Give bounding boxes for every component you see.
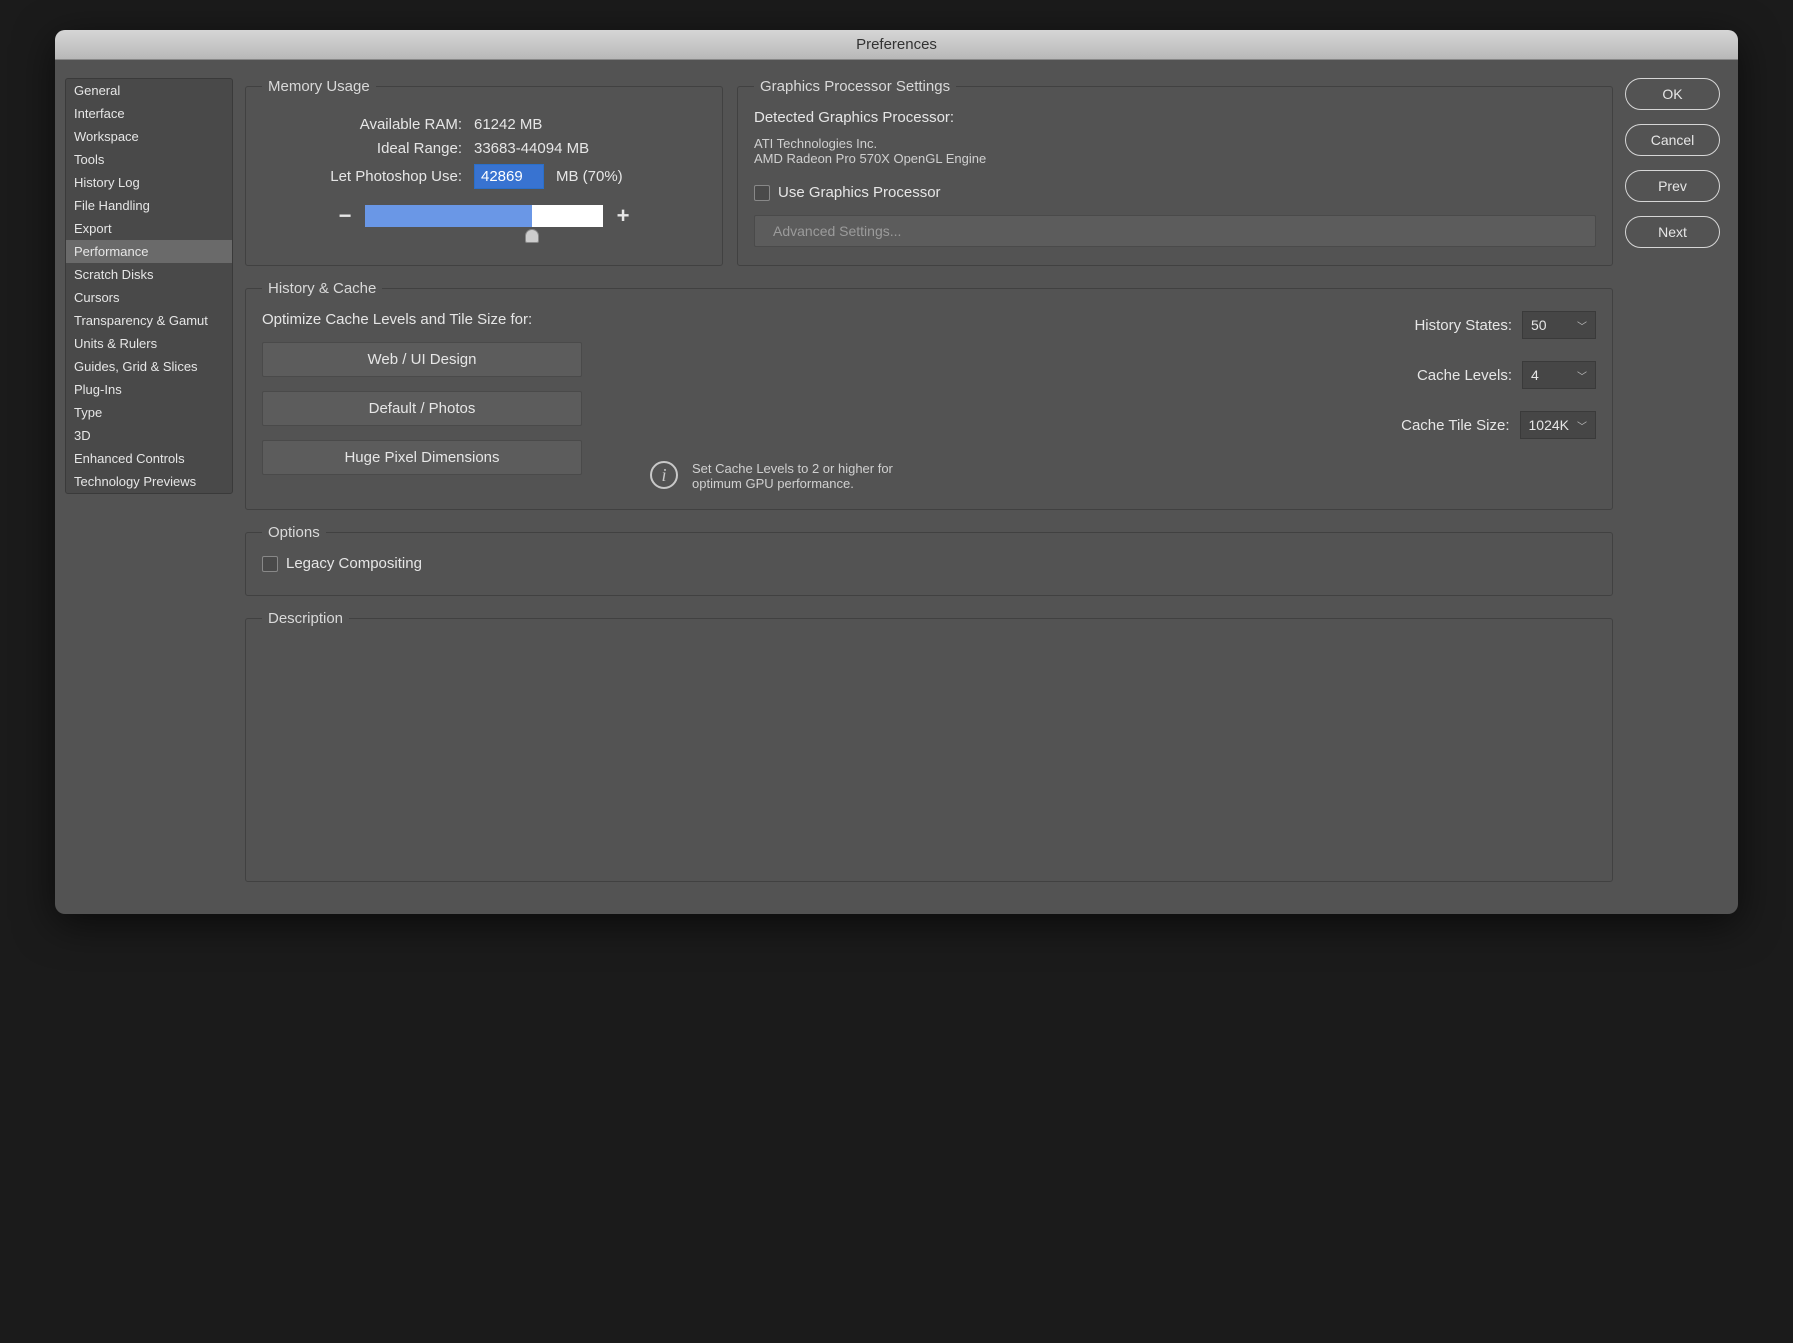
history-cache-group: History & Cache Optimize Cache Levels an… — [245, 280, 1613, 510]
ideal-range-label: Ideal Range: — [262, 140, 462, 157]
ideal-range-value: 33683-44094 MB — [474, 140, 589, 157]
sidebar-item-performance[interactable]: Performance — [66, 240, 232, 263]
let-photoshop-use-suffix: MB (70%) — [556, 168, 623, 185]
sidebar-item-scratch-disks[interactable]: Scratch Disks — [66, 263, 232, 286]
sidebar-item-units-rulers[interactable]: Units & Rulers — [66, 332, 232, 355]
gpu-legend: Graphics Processor Settings — [754, 78, 956, 95]
memory-usage-legend: Memory Usage — [262, 78, 376, 95]
sidebar-item-interface[interactable]: Interface — [66, 102, 232, 125]
memory-slider-thumb[interactable] — [525, 229, 539, 243]
cache-settings: History States: 50﹀ Cache Levels: 4﹀ — [602, 311, 1596, 491]
sidebar-item-cursors[interactable]: Cursors — [66, 286, 232, 309]
history-cache-legend: History & Cache — [262, 280, 382, 297]
next-button[interactable]: Next — [1625, 216, 1720, 248]
legacy-compositing-label: Legacy Compositing — [286, 555, 422, 572]
use-gpu-label: Use Graphics Processor — [778, 184, 941, 201]
sidebar-item-file-handling[interactable]: File Handling — [66, 194, 232, 217]
available-ram-label: Available RAM: — [262, 116, 462, 133]
cancel-button[interactable]: Cancel — [1625, 124, 1720, 156]
preferences-window: Preferences GeneralInterfaceWorkspaceToo… — [55, 30, 1738, 914]
chevron-down-icon: ﹀ — [1577, 418, 1587, 433]
use-gpu-check-box[interactable] — [754, 185, 770, 201]
info-icon: i — [650, 461, 678, 489]
sidebar-item-transparency-gamut[interactable]: Transparency & Gamut — [66, 309, 232, 332]
sidebar-item-enhanced-controls[interactable]: Enhanced Controls — [66, 447, 232, 470]
sidebar-item-general[interactable]: General — [66, 79, 232, 102]
cache-levels-select[interactable]: 4﹀ — [1522, 361, 1596, 389]
sidebar-item-tools[interactable]: Tools — [66, 148, 232, 171]
titlebar: Preferences — [55, 30, 1738, 60]
legacy-compositing-box[interactable] — [262, 556, 278, 572]
sidebar-item-history-log[interactable]: History Log — [66, 171, 232, 194]
history-states-label: History States: — [1414, 317, 1512, 334]
let-photoshop-use-input[interactable]: 42869 — [474, 164, 544, 189]
gpu-device: AMD Radeon Pro 570X OpenGL Engine — [754, 151, 1596, 166]
description-legend: Description — [262, 610, 349, 627]
gpu-vendor: ATI Technologies Inc. — [754, 136, 1596, 151]
prev-button[interactable]: Prev — [1625, 170, 1720, 202]
sidebar-item-guides-grid-slices[interactable]: Guides, Grid & Slices — [66, 355, 232, 378]
cache-presets: Optimize Cache Levels and Tile Size for:… — [262, 311, 582, 491]
window-title: Preferences — [856, 36, 937, 53]
memory-slider[interactable] — [365, 205, 603, 227]
description-body — [262, 641, 1596, 863]
chevron-down-icon: ﹀ — [1577, 368, 1587, 383]
cache-tile-size-label: Cache Tile Size: — [1401, 417, 1509, 434]
cache-levels-label: Cache Levels: — [1417, 367, 1512, 384]
memory-increase-button[interactable]: + — [613, 203, 633, 229]
options-legend: Options — [262, 524, 326, 541]
preset-huge-pixel-dimensions-button[interactable]: Huge Pixel Dimensions — [262, 440, 582, 475]
sidebar-item-3d[interactable]: 3D — [66, 424, 232, 447]
cache-hint: Set Cache Levels to 2 or higher for opti… — [692, 461, 932, 491]
history-states-select[interactable]: 50﹀ — [1522, 311, 1596, 339]
sidebar-item-type[interactable]: Type — [66, 401, 232, 424]
sidebar-item-export[interactable]: Export — [66, 217, 232, 240]
advanced-settings-button[interactable]: Advanced Settings... — [754, 215, 1596, 247]
description-group: Description — [245, 610, 1613, 882]
legacy-compositing-checkbox[interactable]: Legacy Compositing — [262, 555, 422, 572]
cache-tile-size-select[interactable]: 1024K﹀ — [1520, 411, 1596, 439]
graphics-processor-group: Graphics Processor Settings Detected Gra… — [737, 78, 1613, 266]
memory-decrease-button[interactable]: − — [335, 203, 355, 229]
preset-default-photos-button[interactable]: Default / Photos — [262, 391, 582, 426]
use-gpu-checkbox[interactable]: Use Graphics Processor — [754, 184, 941, 201]
sidebar-item-technology-previews[interactable]: Technology Previews — [66, 470, 232, 493]
ok-button[interactable]: OK — [1625, 78, 1720, 110]
preset-web-ui-design-button[interactable]: Web / UI Design — [262, 342, 582, 377]
chevron-down-icon: ﹀ — [1577, 318, 1587, 333]
let-photoshop-use-label: Let Photoshop Use: — [262, 168, 462, 185]
memory-usage-group: Memory Usage Available RAM: 61242 MB Ide… — [245, 78, 723, 266]
main-panel: Memory Usage Available RAM: 61242 MB Ide… — [245, 78, 1613, 896]
optimize-label: Optimize Cache Levels and Tile Size for: — [262, 311, 582, 328]
options-group: Options Legacy Compositing — [245, 524, 1613, 596]
sidebar-item-plug-ins[interactable]: Plug-Ins — [66, 378, 232, 401]
sidebar: GeneralInterfaceWorkspaceToolsHistory Lo… — [65, 78, 233, 494]
detected-gpu-label: Detected Graphics Processor: — [754, 109, 1596, 126]
sidebar-item-workspace[interactable]: Workspace — [66, 125, 232, 148]
memory-slider-fill — [365, 205, 532, 227]
dialog-buttons: OK Cancel Prev Next — [1625, 78, 1720, 896]
available-ram-value: 61242 MB — [474, 116, 542, 133]
